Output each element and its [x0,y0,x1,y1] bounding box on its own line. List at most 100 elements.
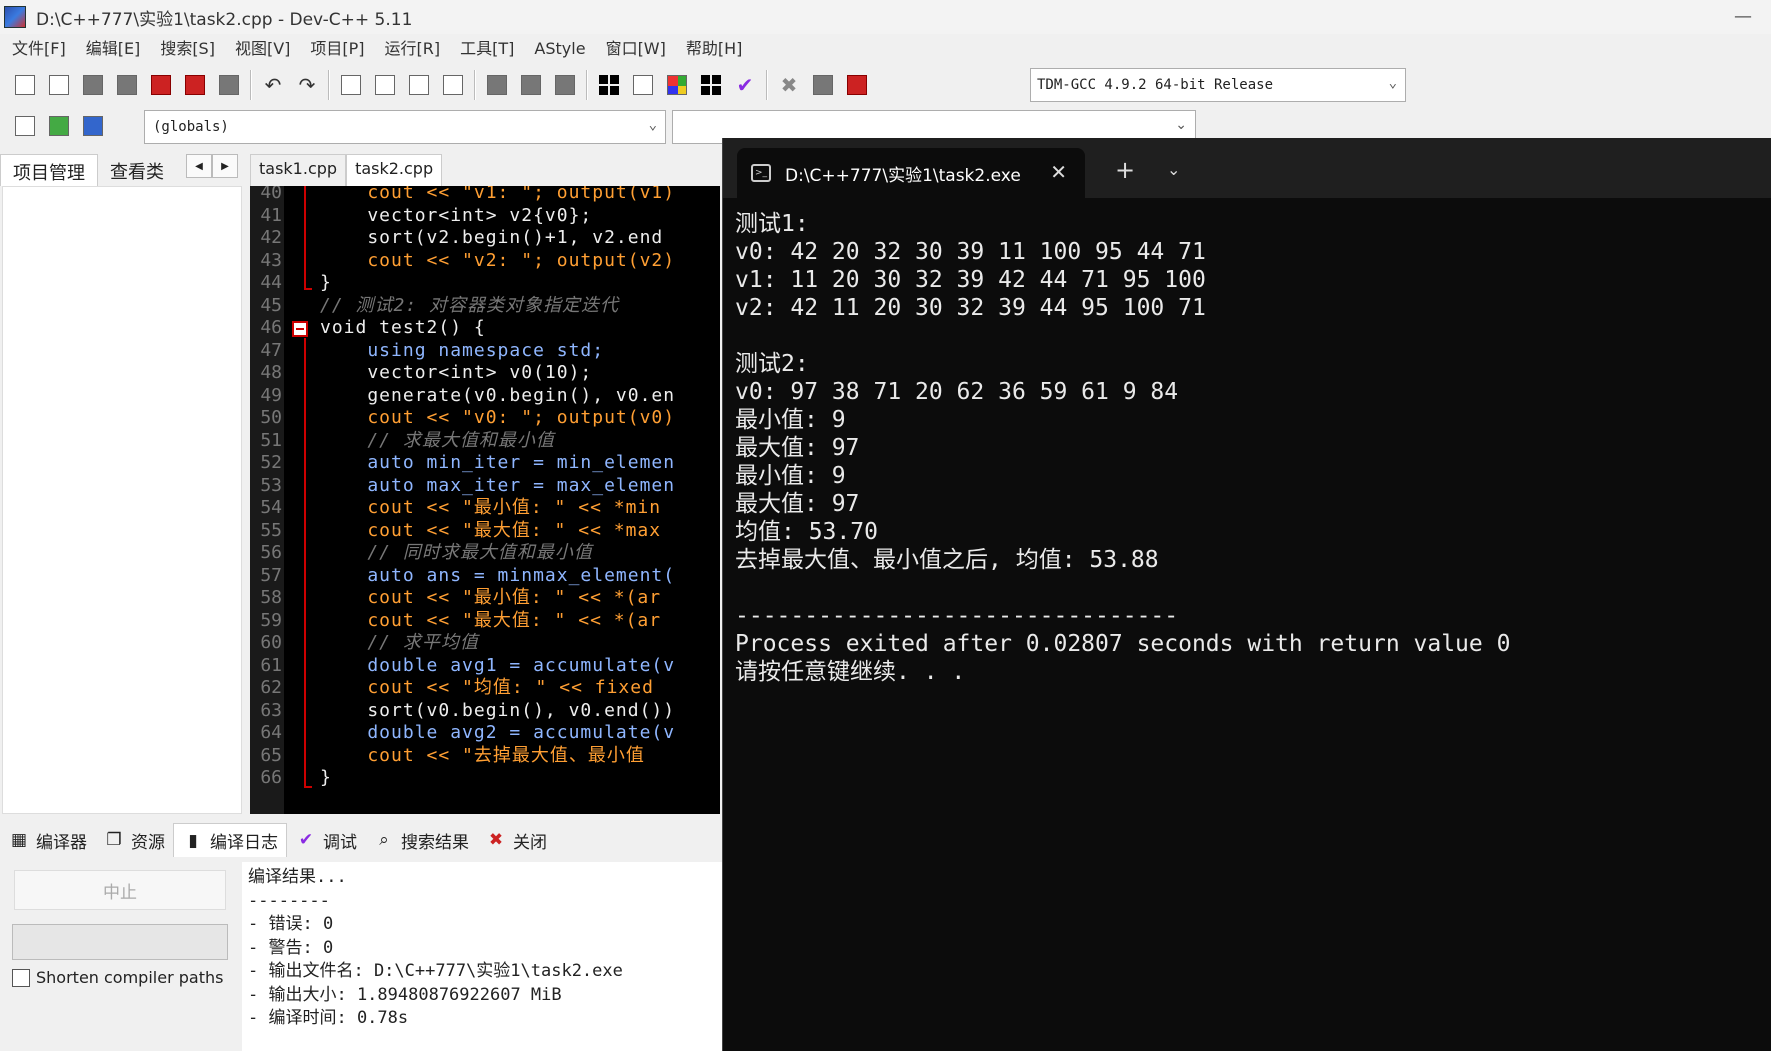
print-button[interactable] [214,70,244,100]
line-number: 57 [260,564,282,586]
rebuild-button[interactable] [696,70,726,100]
delete-profile-button[interactable] [842,70,872,100]
menu-view[interactable]: 视图[V] [225,34,300,64]
menu-edit[interactable]: 编辑[E] [76,34,151,64]
tab-resources[interactable]: ❐ 资源 [95,823,173,857]
tab-task2[interactable]: task2.cpp [346,154,443,186]
replace-button[interactable] [370,70,400,100]
line-number: 66 [260,767,282,788]
terminal-line: -------------------------------- [735,603,1179,629]
toolbar-separator [474,70,476,100]
close-file-button[interactable] [146,70,176,100]
project-options-icon [83,116,103,136]
compiler-select[interactable]: TDM-GCC 4.9.2 64-bit Release ⌄ [1030,68,1406,102]
code-line: 60 // 求平均值 [250,632,720,655]
terminal-tab[interactable]: >_ D:\C++777\实验1\task2.exe ✕ [737,148,1085,198]
terminal-line: 均值: 53.70 [735,519,878,545]
code-line: 59 cout << "最大值: " << *(ar [250,610,720,633]
save-button[interactable] [78,70,108,100]
shorten-paths-option[interactable]: Shorten compiler paths [12,968,223,987]
abort-button[interactable]: 中止 [14,870,226,910]
scroll-left-button[interactable]: ◀ [186,154,212,178]
save-all-icon [117,75,137,95]
stop-icon: ✖ [780,73,798,97]
grid-icon: ▦ [10,830,28,850]
add-to-project-button[interactable] [44,111,74,141]
redo-button[interactable]: ↷ [292,70,322,100]
tab-task1[interactable]: task1.cpp [250,154,347,186]
menu-run[interactable]: 运行[R] [375,34,451,64]
tab-close[interactable]: ✖ 关闭 [477,823,555,857]
menu-astyle[interactable]: AStyle [524,34,595,64]
line-number: 46 [260,317,282,338]
log-line: - 输出文件名: D:\C++777\实验1\task2.exe [248,961,623,981]
project-tree[interactable] [2,186,242,814]
rebuild-icon [701,75,721,95]
menu-search[interactable]: 搜索[S] [150,34,225,64]
code-line: 58 cout << "最小值: " << *(ar [250,587,720,610]
tab-scroll-buttons: ◀ ▶ [186,154,238,178]
new-project-button[interactable] [10,111,40,141]
syntax-check-button[interactable]: ✔ [730,70,760,100]
bookmark-button[interactable] [550,70,580,100]
compiler-select-value: TDM-GCC 4.9.2 64-bit Release [1037,77,1274,93]
tab-debug[interactable]: ✔ 调试 [287,823,365,857]
line-number: 47 [260,339,282,361]
chevron-down-icon: ⌄ [1388,75,1397,91]
profile-button[interactable] [808,70,838,100]
indent-button[interactable] [404,70,434,100]
tab-compile-log-label: 编译日志 [210,833,278,853]
tab-debug-label: 调试 [323,832,357,853]
menu-tools[interactable]: 工具[T] [450,34,524,64]
code-text: // 同时求最大值和最小值 [320,542,593,563]
line-number: 58 [260,587,282,608]
scope-select[interactable]: (globals) ⌄ [144,110,666,144]
code-line: 54 cout << "最小值: " << *min [250,497,720,520]
shorten-paths-checkbox[interactable] [12,968,30,987]
close-icon[interactable]: ✕ [1050,160,1067,184]
code-editor[interactable]: 40 cout << "v1: "; output(v1) 41 vector<i… [250,186,720,814]
menu-window[interactable]: 窗口[W] [596,34,676,64]
back-button[interactable] [482,70,512,100]
terminal-line: 测试1: [735,211,809,237]
open-file-button[interactable] [44,70,74,100]
close-all-button[interactable] [180,70,210,100]
forward-button[interactable] [516,70,546,100]
line-number: 53 [260,474,282,496]
tab-project[interactable]: 项目管理 [0,154,98,186]
line-number: 45 [260,294,282,316]
terminal-output[interactable]: 测试1: v0: 42 20 32 30 39 11 100 95 44 71 v1… [735,210,1765,686]
stop-button[interactable]: ✖ [774,70,804,100]
devcpp-app-icon [4,6,26,28]
code-text: vector<int> v0(10); [320,362,593,383]
tab-search-results[interactable]: ⌕ 搜索结果 [365,823,477,857]
chevron-down-icon[interactable]: ⌄ [1167,160,1180,179]
toolbar-separator [328,70,330,100]
menu-help[interactable]: 帮助[H] [676,34,753,64]
tab-classes[interactable]: 查看类 [98,154,176,186]
print-icon [219,75,239,95]
goto-line-button[interactable] [438,70,468,100]
run-button[interactable] [628,70,658,100]
find-button[interactable] [336,70,366,100]
new-tab-button[interactable]: + [1115,156,1135,184]
line-number: 61 [260,654,282,676]
scroll-right-button[interactable]: ▶ [212,154,238,178]
compile-run-button[interactable] [662,70,692,100]
save-all-button[interactable] [112,70,142,100]
undo-button[interactable]: ↶ [258,70,288,100]
tab-search-results-label: 搜索结果 [401,832,469,853]
code-text: cout << "最小值: " << *min [320,497,662,518]
project-options-button[interactable] [78,111,108,141]
code-text: cout << "去掉最大值、最小值 [320,744,645,766]
terminal-line: 最小值: 9 [735,463,846,489]
minimize-button[interactable]: — [1725,2,1761,30]
menu-project[interactable]: 项目[P] [300,34,374,64]
menu-file[interactable]: 文件[F] [2,34,76,64]
open-file-icon [49,75,69,95]
new-file-button[interactable] [10,70,40,100]
tab-compiler[interactable]: ▦ 编译器 [0,823,95,857]
compile-button[interactable] [594,70,624,100]
tab-compile-log[interactable]: ▮ 编译日志 [173,823,287,857]
